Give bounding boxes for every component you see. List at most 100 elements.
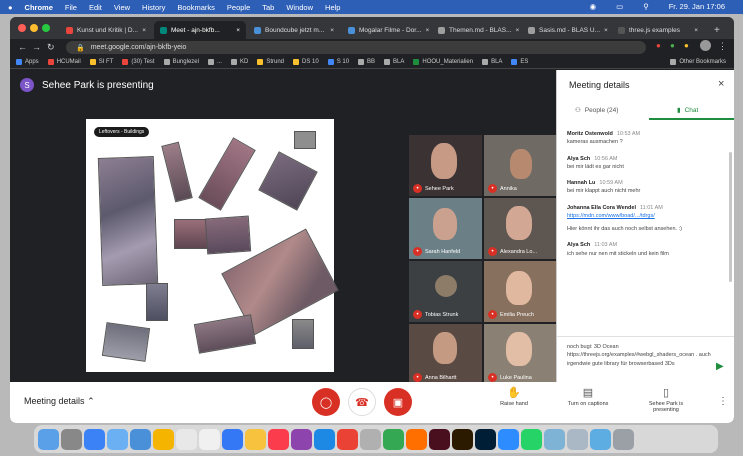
participant-tile[interactable]: • Annika [484, 135, 557, 196]
menu-help[interactable]: Help [325, 3, 340, 12]
participant-tile[interactable]: • Tobias Strunk [409, 261, 482, 322]
app-icon[interactable] [107, 428, 128, 450]
chat-link[interactable]: https://mdn.com/www/boad/.../tdrgs/ [567, 212, 727, 220]
bookmark-apps[interactable]: Apps [16, 59, 39, 65]
close-window-button[interactable] [18, 24, 26, 32]
search-icon[interactable]: ⚲ [643, 2, 649, 11]
indesign-icon[interactable] [429, 428, 450, 450]
launchpad-icon[interactable] [61, 428, 82, 450]
menu-view[interactable]: View [114, 3, 130, 12]
podcasts-icon[interactable] [291, 428, 312, 450]
browser-tab-6[interactable]: Sasis.md - BLAS U... × [522, 21, 610, 39]
forward-icon[interactable]: → [32, 42, 41, 52]
bookmark-item[interactable]: (30) Test [122, 59, 155, 65]
participant-tile[interactable]: • Sarah Hanfeld [409, 198, 482, 259]
battery-icon[interactable]: ▭ [616, 2, 623, 11]
trash-icon[interactable] [613, 428, 634, 450]
presenting-button[interactable]: ▯ Sehee Park is presenting [636, 386, 696, 413]
app-icon[interactable] [567, 428, 588, 450]
photoshop-icon[interactable] [475, 428, 496, 450]
wifi-icon[interactable]: ◉ [590, 2, 597, 11]
tab-chat[interactable]: ▮ Chat [677, 106, 698, 115]
close-tab-icon[interactable]: × [690, 27, 698, 34]
close-tab-icon[interactable]: × [600, 27, 608, 34]
folder-icon[interactable] [590, 428, 611, 450]
illustrator-icon[interactable] [452, 428, 473, 450]
menu-window[interactable]: Window [286, 3, 313, 12]
leave-call-button[interactable]: ☎ [348, 388, 376, 416]
minimize-window-button[interactable] [30, 24, 38, 32]
more-menu-icon[interactable]: ⋮ [718, 41, 727, 52]
browser-tab-3[interactable]: Boundcube jetzt m... × [248, 21, 340, 39]
zoom-icon[interactable] [498, 428, 519, 450]
apple-icon[interactable]: ● [8, 3, 13, 12]
finder-icon[interactable] [38, 428, 59, 450]
mic-toggle-button[interactable]: ◯ [312, 388, 340, 416]
browser-tab-5[interactable]: Themen.md - BLAS... × [432, 21, 520, 39]
url-field[interactable]: 🔒 meet.google.com/ajn-bkfb-yeio [66, 41, 646, 54]
bookmark-item[interactable]: BLA [482, 59, 502, 65]
captions-button[interactable]: ▤ Turn on captions [558, 386, 618, 407]
app-icon[interactable] [544, 428, 565, 450]
appstore-icon[interactable] [314, 428, 335, 450]
participant-tile[interactable]: • Anna Bilhartt [409, 324, 482, 385]
keynote-icon[interactable] [222, 428, 243, 450]
bookmark-item[interactable]: HCUMail [47, 59, 81, 65]
new-tab-button[interactable]: + [708, 21, 728, 39]
bookmark-item[interactable]: DS 10 [293, 59, 319, 65]
reload-icon[interactable]: ↻ [47, 42, 55, 53]
extension-icon[interactable]: ● [656, 41, 661, 50]
browser-tab-1[interactable]: Kunst und Kritik | D... × [60, 21, 152, 39]
close-tab-icon[interactable]: × [422, 27, 430, 34]
bookmark-item[interactable]: BB [358, 59, 375, 65]
close-tab-icon[interactable]: × [326, 27, 334, 34]
safari-icon[interactable] [130, 428, 151, 450]
camera-toggle-button[interactable]: ▣ [384, 388, 412, 416]
chat-scrollbar[interactable] [729, 152, 732, 282]
app-icon[interactable] [360, 428, 381, 450]
close-tab-icon[interactable]: × [232, 27, 240, 34]
bookmark-item[interactable]: S 10 [327, 59, 349, 65]
extension-icon[interactable]: ● [684, 41, 689, 50]
music-icon[interactable] [268, 428, 289, 450]
more-options-icon[interactable]: ⋮ [718, 396, 728, 407]
menu-history[interactable]: History [142, 3, 165, 12]
mail-icon[interactable] [84, 428, 105, 450]
tab-people[interactable]: ⚇ People (24) [575, 106, 618, 115]
app-icon[interactable] [383, 428, 404, 450]
participant-tile[interactable]: • Sehee Park [409, 135, 482, 196]
clock[interactable]: Fr. 29. Jan 17:06 [669, 2, 725, 11]
browser-tab-2[interactable]: Meet - ajn-bkfb... × [154, 21, 246, 39]
notes-icon[interactable] [199, 428, 220, 450]
menu-people[interactable]: People [227, 3, 250, 12]
calendar-icon[interactable] [176, 428, 197, 450]
participant-tile[interactable]: • Emilia Preuch [484, 261, 557, 322]
bookmark-item[interactable]: ES [511, 59, 528, 65]
browser-tab-4[interactable]: Mogalar Filme - Dor... × [342, 21, 430, 39]
meeting-details-button[interactable]: Meeting details ⌃ [24, 396, 95, 407]
blender-icon[interactable] [406, 428, 427, 450]
chat-input[interactable]: noch bugi: 3D Ocean https://threejs.org/… [567, 343, 713, 368]
close-tab-icon[interactable]: × [138, 27, 146, 34]
bookmark-item[interactable]: SI FT [89, 59, 113, 65]
bookmark-item[interactable]: BLA [384, 59, 404, 65]
menu-file[interactable]: File [65, 3, 77, 12]
chrome-icon[interactable] [337, 428, 358, 450]
participant-tile[interactable]: • Luke Paulina [484, 324, 557, 385]
extension-icon[interactable]: ● [670, 41, 675, 50]
photos-icon[interactable] [153, 428, 174, 450]
browser-tab-7[interactable]: three.js examples × [612, 21, 704, 39]
menu-bookmarks[interactable]: Bookmarks [177, 3, 215, 12]
raise-hand-button[interactable]: ✋ Raise hand [484, 386, 544, 407]
zoom-window-button[interactable] [42, 24, 50, 32]
close-icon[interactable]: × [718, 78, 724, 90]
close-tab-icon[interactable]: × [512, 27, 520, 34]
bookmark-item[interactable]: Strund [257, 59, 284, 65]
back-icon[interactable]: ← [18, 42, 27, 52]
menu-edit[interactable]: Edit [89, 3, 102, 12]
bookmark-item[interactable]: ... [207, 59, 222, 65]
bookmark-item[interactable]: Bunglezel [163, 59, 199, 65]
profile-avatar[interactable] [700, 40, 711, 51]
whatsapp-icon[interactable] [521, 428, 542, 450]
other-bookmarks[interactable]: Other Bookmarks [670, 59, 726, 65]
